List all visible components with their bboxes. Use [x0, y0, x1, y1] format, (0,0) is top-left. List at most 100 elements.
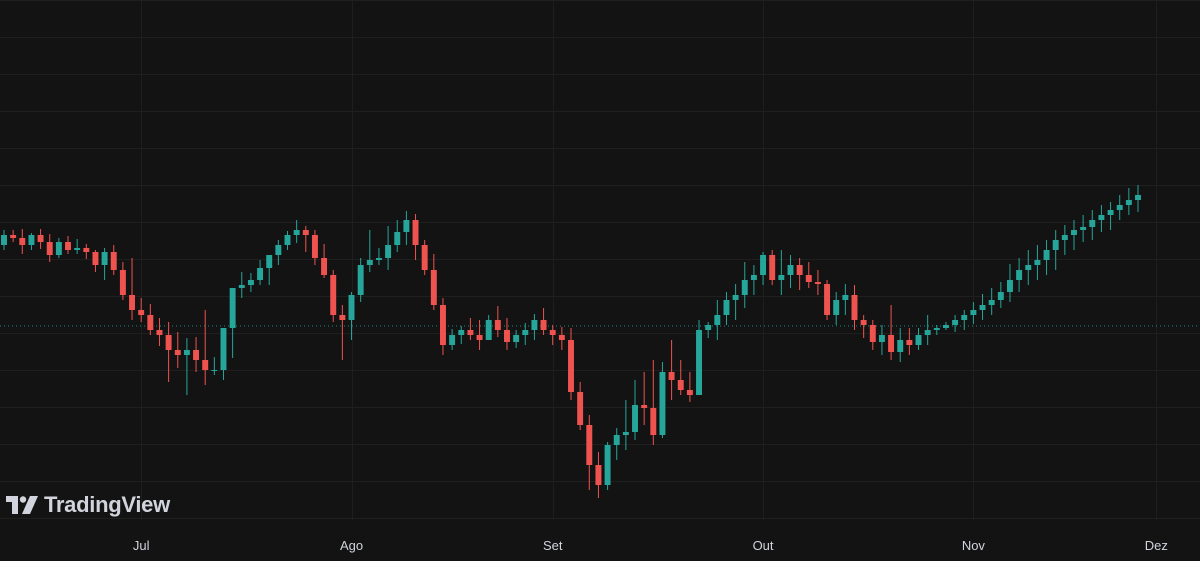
- tradingview-logo[interactable]: TradingView: [6, 492, 170, 518]
- candle-up: [924, 315, 931, 345]
- candle-body: [1107, 210, 1114, 215]
- candle-down: [302, 226, 309, 252]
- candle-body: [467, 330, 474, 335]
- candle-down: [46, 234, 53, 262]
- candle-down: [586, 415, 593, 490]
- candle-down: [37, 229, 44, 249]
- candle-body: [558, 335, 565, 340]
- candle-body: [266, 255, 273, 268]
- candle-up: [613, 428, 620, 460]
- candle-down: [421, 240, 428, 275]
- candle-up: [266, 255, 273, 285]
- candle-up: [284, 231, 291, 250]
- candle-up: [1135, 185, 1141, 212]
- candle-down: [796, 258, 803, 290]
- grid: [0, 0, 1200, 520]
- candle-body: [513, 335, 520, 342]
- candle-up: [1098, 205, 1105, 232]
- candle-body: [439, 305, 446, 345]
- candle-body: [696, 330, 703, 395]
- candle-down: [869, 320, 876, 350]
- candles: [1, 185, 1141, 498]
- candle-body: [760, 255, 767, 275]
- candle-down: [129, 258, 136, 320]
- candle-body: [412, 220, 419, 245]
- candle-body: [366, 260, 373, 265]
- chart-area[interactable]: JulAgoSetOutNovDez2026FevMar TradingView: [0, 0, 1200, 561]
- candle-up: [1025, 250, 1032, 285]
- candle-down: [65, 236, 71, 254]
- candle-body: [46, 242, 53, 255]
- candle-up: [997, 282, 1004, 308]
- candle-body: [247, 280, 254, 285]
- candle-down: [860, 315, 867, 338]
- candle-up: [348, 292, 355, 340]
- candle-up: [183, 338, 190, 395]
- candle-body: [1, 235, 7, 245]
- candle-body: [74, 248, 81, 250]
- candle-body: [568, 340, 574, 392]
- candle-body: [1089, 220, 1096, 227]
- candle-body: [348, 295, 355, 320]
- candle-body: [632, 405, 638, 432]
- candle-body: [814, 282, 821, 284]
- candlestick-chart[interactable]: JulAgoSetOutNovDez2026FevMar: [0, 0, 1200, 561]
- candle-down: [769, 250, 776, 285]
- candle-body: [778, 275, 785, 280]
- candle-up: [970, 302, 977, 324]
- candle-up: [394, 220, 401, 252]
- candle-up: [403, 211, 410, 245]
- candle-up: [385, 226, 392, 270]
- candle-body: [385, 245, 392, 258]
- candle-up: [1052, 230, 1059, 270]
- candle-body: [1116, 205, 1123, 210]
- candle-up: [101, 248, 108, 280]
- candle-body: [787, 265, 794, 275]
- candle-body: [997, 292, 1004, 300]
- candle-body: [83, 248, 90, 252]
- candle-body: [942, 325, 949, 328]
- x-tick-label: Nov: [962, 538, 986, 553]
- candle-body: [522, 330, 529, 335]
- candle-body: [796, 265, 803, 275]
- candle-up: [1034, 245, 1041, 280]
- candle-up: [760, 252, 767, 285]
- candle-down: [321, 244, 328, 278]
- candle-down: [888, 305, 895, 360]
- candle-body: [1080, 227, 1087, 230]
- candle-body: [183, 350, 190, 355]
- candle-body: [869, 325, 876, 342]
- candle-up: [741, 262, 748, 308]
- candle-up: [257, 260, 264, 285]
- candle-down: [156, 318, 163, 346]
- candle-down: [476, 320, 483, 350]
- candle-body: [101, 252, 108, 265]
- candle-body: [321, 258, 328, 275]
- candle-up: [229, 288, 236, 358]
- candle-body: [668, 372, 675, 380]
- candle-up: [211, 357, 218, 375]
- candle-body: [1016, 270, 1023, 280]
- candle-up: [659, 362, 666, 438]
- candle-body: [659, 372, 666, 435]
- candle-up: [366, 230, 373, 272]
- candle-body: [119, 270, 126, 295]
- candle-body: [357, 265, 364, 295]
- candle-body: [458, 330, 465, 335]
- candle-body: [10, 235, 17, 238]
- candle-body: [1071, 230, 1077, 235]
- candle-down: [494, 306, 501, 337]
- candle-up: [1043, 240, 1050, 275]
- candle-body: [741, 280, 748, 295]
- candle-body: [375, 258, 382, 260]
- candle-up: [55, 238, 62, 258]
- candle-down: [193, 337, 200, 372]
- candle-body: [860, 320, 867, 325]
- candle-down: [814, 270, 821, 295]
- candle-body: [888, 335, 895, 352]
- candle-up: [449, 329, 456, 350]
- candle-down: [851, 285, 858, 330]
- candle-body: [110, 252, 117, 270]
- candle-down: [558, 327, 565, 350]
- candle-up: [247, 273, 254, 292]
